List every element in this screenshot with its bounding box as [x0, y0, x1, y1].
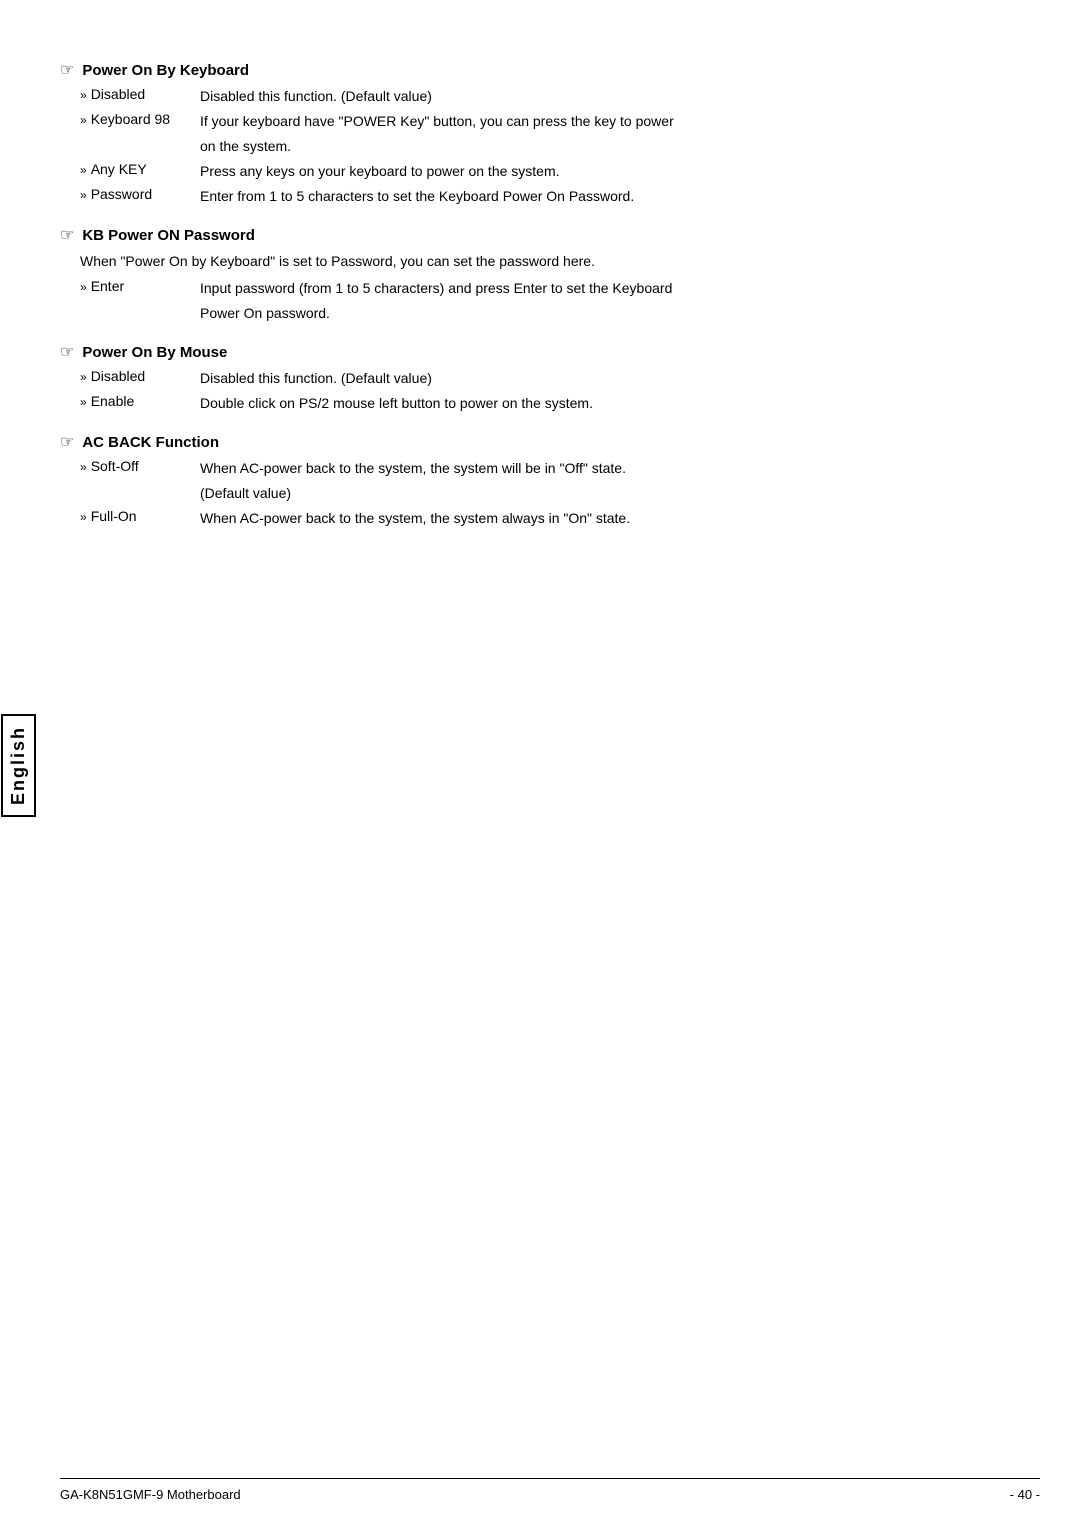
- item-row: » Full-On When AC-power back to the system…: [60, 508, 1040, 529]
- item-row: » Disabled Disabled this function. (Defaul…: [60, 368, 1040, 389]
- item-key: » Disabled: [80, 368, 200, 389]
- item-key-text: Soft-Off: [91, 458, 139, 474]
- section-title-text: KB Power ON Password: [82, 227, 255, 244]
- section-title-text: Power On By Mouse: [82, 344, 227, 361]
- item-key: » Keyboard 98: [80, 111, 200, 132]
- section-power-on-by-keyboard: ☞ Power On By Keyboard » Disabled Disabled t…: [60, 60, 1040, 207]
- item-row: » Password Enter from 1 to 5 characters to…: [60, 186, 1040, 207]
- item-key-text: Password: [91, 186, 152, 202]
- section-kb-power-on-password: ☞ KB Power ON Password When "Power On by K…: [60, 225, 1040, 324]
- item-key: » Enable: [80, 393, 200, 414]
- item-key-text: Disabled: [91, 368, 145, 384]
- footer-page: - 40 -: [1010, 1487, 1040, 1502]
- section-power-on-by-mouse: ☞ Power On By Mouse » Disabled Disabled this…: [60, 342, 1040, 414]
- section-title-power-on-by-keyboard: ☞ Power On By Keyboard: [60, 60, 1040, 80]
- sections-container: ☞ Power On By Keyboard » Disabled Disabled t…: [60, 60, 1040, 529]
- item-value: Press any keys on your keyboard to power…: [200, 161, 1040, 182]
- section-note: When "Power On by Keyboard" is set to Pa…: [60, 251, 1040, 272]
- item-key: » Password: [80, 186, 200, 207]
- footer-model: GA-K8N51GMF-9 Motherboard: [60, 1487, 241, 1502]
- item-value: Disabled this function. (Default value): [200, 86, 1040, 107]
- item-value: When AC-power back to the system, the sy…: [200, 458, 1040, 479]
- item-key-text: Full-On: [91, 508, 137, 524]
- item-value: Enter from 1 to 5 characters to set the …: [200, 186, 1040, 207]
- item-key-text: Disabled: [91, 86, 145, 102]
- circle-arrow-icon: ☞: [60, 432, 74, 452]
- double-arrow-icon: »: [80, 395, 87, 409]
- section-ac-back-function: ☞ AC BACK Function » Soft-Off When AC-power …: [60, 432, 1040, 529]
- item-value: Disabled this function. (Default value): [200, 368, 1040, 389]
- item-key: » Any KEY: [80, 161, 200, 182]
- item-row: » Keyboard 98 If your keyboard have "POWER…: [60, 111, 1040, 132]
- item-key-text: Enable: [91, 393, 135, 409]
- section-title-text: Power On By Keyboard: [82, 62, 249, 79]
- item-row: » Enter Input password (from 1 to 5 charac…: [60, 278, 1040, 299]
- side-tab: English: [0, 0, 36, 1532]
- circle-arrow-icon: ☞: [60, 342, 74, 362]
- item-key-text: Any KEY: [91, 161, 147, 177]
- section-title-power-on-by-mouse: ☞ Power On By Mouse: [60, 342, 1040, 362]
- double-arrow-icon: »: [80, 163, 87, 177]
- double-arrow-icon: »: [80, 510, 87, 524]
- double-arrow-icon: »: [80, 280, 87, 294]
- item-row: » Soft-Off When AC-power back to the syste…: [60, 458, 1040, 479]
- item-value: Input password (from 1 to 5 characters) …: [200, 278, 1040, 299]
- main-content: ☞ Power On By Keyboard » Disabled Disabled t…: [60, 60, 1040, 1532]
- item-value: Double click on PS/2 mouse left button t…: [200, 393, 1040, 414]
- item-key: » Enter: [80, 278, 200, 299]
- double-arrow-icon: »: [80, 88, 87, 102]
- side-tab-label: English: [1, 714, 36, 817]
- footer: GA-K8N51GMF-9 Motherboard - 40 -: [60, 1478, 1040, 1502]
- circle-arrow-icon: ☞: [60, 60, 74, 80]
- item-row: » Any KEY Press any keys on your keyboard …: [60, 161, 1040, 182]
- item-key: » Disabled: [80, 86, 200, 107]
- section-title-text: AC BACK Function: [82, 434, 219, 451]
- item-value-continuation: Power On password.: [200, 303, 1040, 324]
- item-value: When AC-power back to the system, the sy…: [200, 508, 1040, 529]
- item-key-text: Enter: [91, 278, 124, 294]
- double-arrow-icon: »: [80, 370, 87, 384]
- item-key: » Full-On: [80, 508, 200, 529]
- item-key-text: Keyboard 98: [91, 111, 170, 127]
- section-title-kb-power-on-password: ☞ KB Power ON Password: [60, 225, 1040, 245]
- item-value: If your keyboard have "POWER Key" button…: [200, 111, 1040, 132]
- item-value-continuation: on the system.: [200, 136, 1040, 157]
- item-row: » Enable Double click on PS/2 mouse left b…: [60, 393, 1040, 414]
- item-key: » Soft-Off: [80, 458, 200, 479]
- double-arrow-icon: »: [80, 460, 87, 474]
- double-arrow-icon: »: [80, 188, 87, 202]
- double-arrow-icon: »: [80, 113, 87, 127]
- section-title-ac-back-function: ☞ AC BACK Function: [60, 432, 1040, 452]
- circle-arrow-icon: ☞: [60, 225, 74, 245]
- item-value-continuation: (Default value): [200, 483, 1040, 504]
- item-row: » Disabled Disabled this function. (Defaul…: [60, 86, 1040, 107]
